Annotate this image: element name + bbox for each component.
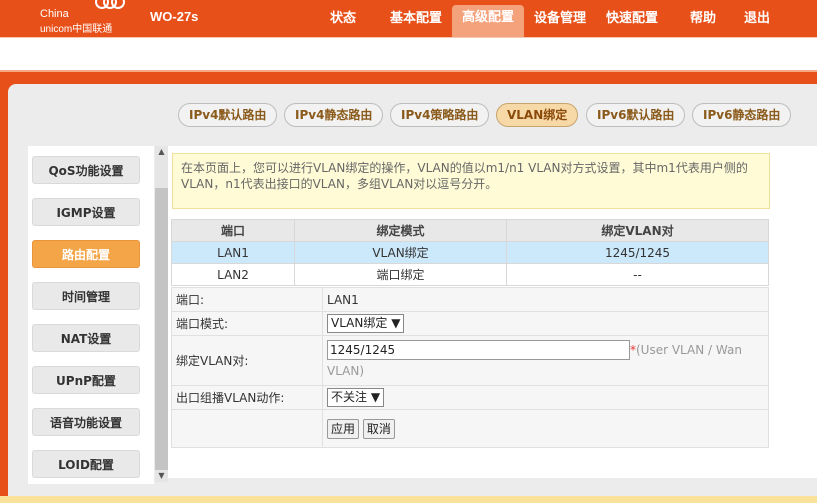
multicast-label: 出口组播VLAN动作:	[171, 385, 323, 410]
brand-line1: China	[40, 8, 69, 20]
nav-status[interactable]: 状态	[330, 0, 356, 37]
nav-basic-config[interactable]: 基本配置	[390, 0, 442, 37]
cell-mode: VLAN绑定	[294, 241, 507, 264]
nav-logout[interactable]: 退出	[744, 0, 770, 37]
chevron-down-icon: ▼	[391, 316, 401, 330]
table-row[interactable]: LAN2 端口绑定 --	[171, 263, 769, 286]
nav-quick-config[interactable]: 快速配置	[606, 0, 658, 37]
form-row-multicast: 出口组播VLAN动作: 不关注 ▼	[171, 385, 769, 410]
cell-mode: 端口绑定	[294, 263, 507, 286]
mode-select-value: VLAN绑定	[331, 316, 388, 330]
col-vlan-pair: 绑定VLAN对	[506, 219, 769, 242]
brand-line2: unicom中国联通	[40, 24, 113, 35]
sidebar-item-time[interactable]: 时间管理	[32, 282, 140, 310]
vlan-binding-table: 端口 绑定模式 绑定VLAN对 LAN1 VLAN绑定 1245/1245 LA…	[171, 219, 769, 286]
form-row-port: 端口: LAN1	[171, 287, 769, 312]
vlan-cell: *(User VLAN / Wan VLAN)	[322, 335, 769, 386]
nav-device-management[interactable]: 设备管理	[534, 0, 586, 37]
actions-cell: 应用 取消	[322, 409, 769, 448]
sidebar-item-loid[interactable]: LOID配置	[32, 450, 140, 478]
page: China unicom中国联通 WO-27s 状态 基本配置 高级配置 设备管…	[0, 0, 817, 503]
sidebar-item-qos[interactable]: QoS功能设置	[32, 156, 140, 184]
sidebar: QoS功能设置 IGMP设置 路由配置 时间管理 NAT设置 UPnP配置 语音…	[28, 146, 154, 484]
cancel-button[interactable]: 取消	[362, 418, 395, 439]
port-value: LAN1	[322, 287, 769, 312]
info-box: 在本页面上，您可以进行VLAN绑定的操作，VLAN的值以m1/n1 VLAN对方…	[172, 153, 770, 209]
form-row-actions: 应用 取消	[171, 409, 769, 448]
sidebar-item-routing[interactable]: 路由配置	[32, 240, 140, 268]
nav-advanced-config[interactable]: 高级配置	[452, 5, 525, 37]
device-model: WO-27s	[150, 9, 199, 24]
nav-help[interactable]: 帮助	[690, 0, 716, 37]
sidebar-scrollbar[interactable]: ▲ ▼	[155, 146, 168, 482]
mode-select[interactable]: VLAN绑定 ▼	[327, 314, 405, 333]
tab-ipv4-static-route[interactable]: IPv4静态路由	[284, 103, 384, 127]
actions-spacer	[171, 409, 323, 448]
col-port: 端口	[171, 219, 295, 242]
unicom-knot-icon	[95, 0, 125, 9]
tab-ipv6-static-route[interactable]: IPv6静态路由	[692, 103, 792, 127]
cell-port: LAN1	[171, 241, 295, 264]
vlan-label: 绑定VLAN对:	[171, 335, 323, 386]
sidebar-item-igmp[interactable]: IGMP设置	[32, 198, 140, 226]
chevron-down-icon: ▼	[370, 390, 381, 404]
multicast-select-value: 不关注	[331, 390, 368, 404]
apply-button[interactable]: 应用	[327, 418, 360, 439]
sidebar-item-voice[interactable]: 语音功能设置	[32, 408, 140, 436]
sidebar-item-upnp[interactable]: UPnP配置	[32, 366, 140, 394]
vlan-binding-form: 端口: LAN1 端口模式: VLAN绑定 ▼ 绑定VLAN对: *(User …	[171, 287, 769, 448]
cell-vlan: --	[506, 263, 769, 286]
header-gap	[0, 37, 817, 66]
form-row-vlan: 绑定VLAN对: *(User VLAN / Wan VLAN)	[171, 335, 769, 386]
mode-cell: VLAN绑定 ▼	[322, 311, 769, 336]
tab-ipv4-default-route[interactable]: IPv4默认路由	[178, 103, 278, 127]
scrollbar-thumb[interactable]	[155, 188, 168, 470]
form-row-mode: 端口模式: VLAN绑定 ▼	[171, 311, 769, 336]
unicom-logo[interactable]: China unicom中国联通	[40, 0, 140, 35]
vlan-hint-2: VLAN)	[327, 363, 365, 378]
col-binding-mode: 绑定模式	[294, 219, 507, 242]
table-row[interactable]: LAN1 VLAN绑定 1245/1245	[171, 241, 769, 264]
scroll-up-icon[interactable]: ▲	[155, 146, 168, 158]
vlan-pair-input[interactable]	[327, 339, 630, 360]
cell-vlan: 1245/1245	[506, 241, 769, 264]
sidebar-item-nat[interactable]: NAT设置	[32, 324, 140, 352]
mode-label: 端口模式:	[171, 311, 323, 336]
tab-ipv4-policy-route[interactable]: IPv4策略路由	[390, 103, 490, 127]
orange-band	[0, 70, 817, 82]
port-label: 端口:	[171, 287, 323, 312]
tab-ipv6-default-route[interactable]: IPv6默认路由	[586, 103, 686, 127]
multicast-cell: 不关注 ▼	[322, 385, 769, 410]
cell-port: LAN2	[171, 263, 295, 286]
scroll-down-icon[interactable]: ▼	[155, 470, 168, 482]
tab-vlan-binding[interactable]: VLAN绑定	[496, 103, 579, 127]
table-header-row: 端口 绑定模式 绑定VLAN对	[171, 219, 769, 242]
top-bar: China unicom中国联通 WO-27s 状态 基本配置 高级配置 设备管…	[0, 0, 817, 37]
bottom-strip	[0, 496, 817, 503]
vlan-hint-1: (User VLAN / Wan	[636, 342, 742, 357]
multicast-select[interactable]: 不关注 ▼	[327, 388, 385, 407]
